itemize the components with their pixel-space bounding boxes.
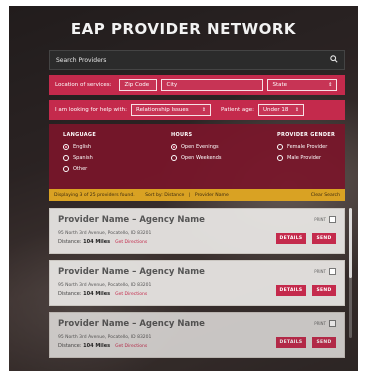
radio-selected-icon[interactable]: [63, 144, 69, 150]
option-label: Female Provider: [287, 144, 328, 150]
details-button[interactable]: DETAILS: [276, 285, 306, 296]
distance-label: Distance:: [58, 239, 82, 245]
radio-icon[interactable]: [277, 144, 283, 150]
provider-name: Provider Name – Agency Name: [58, 267, 205, 277]
results-count: Displaying 3 of 25 providers found. Sort…: [54, 192, 229, 198]
help-label: I am looking for help with:: [55, 107, 128, 113]
print-toggle[interactable]: PRINT: [314, 216, 336, 223]
get-directions-link[interactable]: Get Directions: [115, 240, 147, 245]
clear-search-link[interactable]: Clear Search: [311, 193, 340, 198]
print-label: PRINT: [314, 321, 326, 326]
patient-age-value: Under 18: [263, 107, 289, 113]
radio-icon[interactable]: [63, 155, 69, 161]
provider-name: Provider Name – Agency Name: [58, 319, 205, 329]
page-title: EAP PROVIDER NETWORK: [70, 20, 297, 38]
print-toggle[interactable]: PRINT: [314, 320, 336, 327]
results-scrollbar[interactable]: [349, 208, 352, 338]
gender-option-female[interactable]: Female Provider: [277, 144, 335, 150]
results-status-bar: Displaying 3 of 25 providers found. Sort…: [49, 189, 345, 201]
print-label: PRINT: [314, 269, 326, 274]
provider-address: 95 North 3rd Avenue, Pocatello, ID 83201: [58, 231, 152, 236]
patient-age-select[interactable]: Under 18 ⇕: [258, 104, 305, 116]
help-topic-select[interactable]: Relationship Issues ⇕: [131, 104, 212, 116]
chevron-updown-icon: ⇕: [328, 82, 333, 88]
provider-name: Provider Name – Agency Name: [58, 215, 205, 225]
distance-label: Distance:: [58, 343, 82, 349]
send-button[interactable]: SEND: [312, 233, 336, 244]
radio-icon[interactable]: [171, 155, 177, 161]
provider-distance: Distance: 104 Miles Get Directions: [58, 343, 147, 349]
location-bar: Location of services: Zip Code City Stat…: [49, 75, 345, 95]
sort-by-name-link[interactable]: Provider Name: [195, 193, 229, 198]
chevron-updown-icon: ⇕: [201, 107, 207, 113]
print-checkbox[interactable]: [329, 268, 336, 275]
print-checkbox[interactable]: [329, 320, 336, 327]
app-window: EAP PROVIDER NETWORK Search Providers Lo…: [9, 6, 358, 371]
results-text: Displaying 3 of 25 providers found.: [54, 192, 135, 198]
radio-selected-icon[interactable]: [171, 144, 177, 150]
details-button[interactable]: DETAILS: [276, 337, 306, 348]
state-select-value: State: [272, 82, 288, 88]
hours-filter: HOURS Open Evenings Open Weekends: [171, 132, 222, 166]
option-label: Spanish: [73, 155, 93, 161]
option-label: Open Evenings: [181, 144, 219, 150]
help-bar: I am looking for help with: Relationship…: [49, 100, 345, 120]
radio-icon[interactable]: [277, 155, 283, 161]
provider-card: Provider Name – Agency Name PRINT 95 Nor…: [49, 260, 345, 306]
language-heading: LANGUAGE: [63, 132, 97, 138]
language-option-spanish[interactable]: Spanish: [63, 155, 96, 161]
provider-address: 95 North 3rd Avenue, Pocatello, ID 83201: [58, 283, 152, 288]
distance-value: 104 Miles: [83, 343, 111, 349]
search-input[interactable]: Search Providers: [56, 57, 330, 64]
hours-option-weekends[interactable]: Open Weekends: [171, 155, 222, 161]
hours-option-evenings[interactable]: Open Evenings: [171, 144, 222, 150]
distance-value: 104 Miles: [83, 239, 111, 245]
print-checkbox[interactable]: [329, 216, 336, 223]
city-input[interactable]: City: [161, 79, 264, 91]
option-label: English: [73, 144, 92, 150]
print-toggle[interactable]: PRINT: [314, 268, 336, 275]
zip-code-input[interactable]: Zip Code: [119, 79, 158, 91]
state-select[interactable]: State ⇕: [267, 79, 338, 91]
gender-option-male[interactable]: Male Provider: [277, 155, 335, 161]
patient-age-label: Patient age:: [221, 107, 255, 113]
send-button[interactable]: SEND: [312, 285, 336, 296]
provider-card: Provider Name – Agency Name PRINT 95 Nor…: [49, 312, 345, 358]
radio-icon[interactable]: [63, 166, 69, 172]
gender-heading: PROVIDER GENDER: [277, 132, 336, 138]
search-bar[interactable]: Search Providers: [49, 50, 345, 70]
help-topic-value: Relationship Issues: [136, 107, 189, 113]
get-directions-link[interactable]: Get Directions: [115, 344, 147, 349]
provider-address: 95 North 3rd Avenue, Pocatello, ID 83201: [58, 335, 152, 340]
details-button[interactable]: DETAILS: [276, 233, 306, 244]
scrollbar-thumb[interactable]: [349, 208, 352, 278]
provider-distance: Distance: 104 Miles Get Directions: [58, 291, 147, 297]
get-directions-link[interactable]: Get Directions: [115, 292, 147, 297]
language-option-other[interactable]: Other: [63, 166, 96, 172]
send-button[interactable]: SEND: [312, 337, 336, 348]
sort-by-distance-link[interactable]: Sort by: Distance: [145, 193, 184, 198]
option-label: Other: [73, 166, 88, 172]
language-option-english[interactable]: English: [63, 144, 96, 150]
search-icon[interactable]: [330, 55, 338, 65]
distance-label: Distance:: [58, 291, 82, 297]
hours-heading: HOURS: [171, 132, 193, 138]
provider-distance: Distance: 104 Miles Get Directions: [58, 239, 147, 245]
gender-filter: PROVIDER GENDER Female Provider Male Pro…: [277, 132, 335, 166]
provider-card: Provider Name – Agency Name PRINT 95 Nor…: [49, 208, 345, 254]
option-label: Open Weekends: [181, 155, 222, 161]
option-label: Male Provider: [287, 155, 322, 161]
location-label: Location of services:: [55, 82, 112, 88]
language-filter: LANGUAGE English Spanish Other: [63, 132, 96, 177]
print-label: PRINT: [314, 217, 326, 222]
filters-panel: LANGUAGE English Spanish Other HOURS Ope…: [49, 124, 345, 189]
distance-value: 104 Miles: [83, 291, 111, 297]
chevron-updown-icon: ⇕: [294, 107, 300, 113]
